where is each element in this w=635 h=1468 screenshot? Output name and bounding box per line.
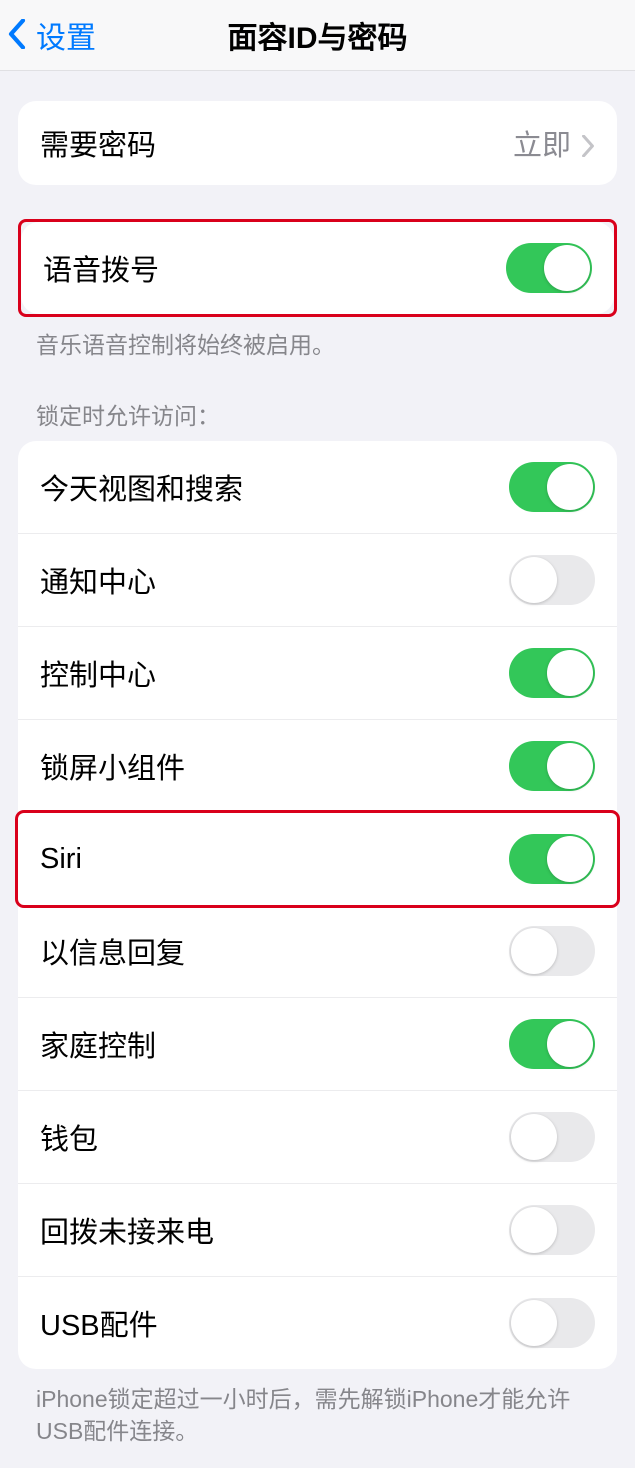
voice-dial-toggle[interactable] xyxy=(506,243,592,293)
lock-access-row: 锁屏小组件 xyxy=(18,720,617,813)
lock-access-row: Siri xyxy=(18,813,617,905)
lock-access-toggle[interactable] xyxy=(509,741,595,791)
lock-access-label: 控制中心 xyxy=(40,652,156,694)
back-button[interactable]: 设置 xyxy=(0,13,96,57)
lock-access-footer: iPhone锁定超过一小时后，需先解锁iPhone才能允许USB配件连接。 xyxy=(0,1369,635,1467)
lock-access-toggle[interactable] xyxy=(509,834,595,884)
voice-dial-row: 语音拨号 xyxy=(21,222,614,314)
require-passcode-value: 立即 xyxy=(513,122,595,164)
lock-access-label: 今天视图和搜索 xyxy=(40,466,243,508)
lock-access-label: 钱包 xyxy=(40,1116,98,1158)
lock-access-row: 通知中心 xyxy=(18,534,617,627)
lock-access-label: 以信息回复 xyxy=(40,930,185,972)
lock-access-row: 回拨未接来电 xyxy=(18,1184,617,1277)
lock-access-row: 钱包 xyxy=(18,1091,617,1184)
lock-access-toggle[interactable] xyxy=(509,1205,595,1255)
voice-dial-footer: 音乐语音控制将始终被启用。 xyxy=(0,317,635,361)
navigation-bar: 设置 面容ID与密码 xyxy=(0,0,635,71)
lock-access-row: 今天视图和搜索 xyxy=(18,441,617,534)
require-passcode-label: 需要密码 xyxy=(40,122,156,164)
lock-access-row: 家庭控制 xyxy=(18,998,617,1091)
lock-access-toggle[interactable] xyxy=(509,555,595,605)
lock-access-row: 以信息回复 xyxy=(18,905,617,998)
lock-access-row: USB配件 xyxy=(18,1277,617,1369)
lock-access-label: 回拨未接来电 xyxy=(40,1209,214,1251)
lock-access-label: 锁屏小组件 xyxy=(40,745,185,787)
lock-access-label: USB配件 xyxy=(40,1302,158,1344)
lock-access-label: Siri xyxy=(40,843,82,876)
siri-highlight: Siri xyxy=(18,813,617,905)
lock-access-toggle[interactable] xyxy=(509,1298,595,1348)
lock-access-label: 家庭控制 xyxy=(40,1023,156,1065)
require-passcode-group: 需要密码 立即 xyxy=(18,101,617,185)
voice-dial-highlight: 语音拨号 xyxy=(18,219,617,317)
voice-dial-label: 语音拨号 xyxy=(43,247,159,289)
require-passcode-row[interactable]: 需要密码 立即 xyxy=(18,101,617,185)
lock-access-toggle[interactable] xyxy=(509,1019,595,1069)
lock-access-group: 今天视图和搜索通知中心控制中心锁屏小组件 Siri 以信息回复家庭控制钱包回拨未接来… xyxy=(18,441,617,1369)
lock-access-toggle[interactable] xyxy=(509,648,595,698)
lock-access-toggle[interactable] xyxy=(509,462,595,512)
chevron-right-icon xyxy=(581,132,595,154)
lock-access-row: 控制中心 xyxy=(18,627,617,720)
lock-access-toggle[interactable] xyxy=(509,926,595,976)
lock-access-header: 锁定时允许访问： xyxy=(0,361,635,441)
chevron-left-icon xyxy=(8,19,28,51)
lock-access-toggle[interactable] xyxy=(509,1112,595,1162)
back-label: 设置 xyxy=(36,13,96,57)
lock-access-label: 通知中心 xyxy=(40,559,156,601)
